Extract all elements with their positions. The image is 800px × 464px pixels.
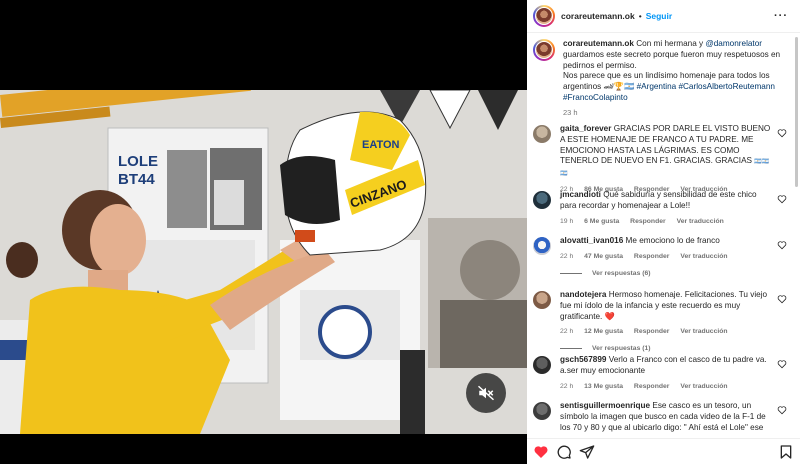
comment-time[interactable]: 22 h <box>560 328 573 335</box>
comment-likes[interactable]: 47 Me gusta <box>584 253 623 260</box>
comment-item: gsch567899 Verlo a Franco con el casco d… <box>533 355 795 390</box>
heart-outline-icon[interactable] <box>777 128 787 138</box>
comment-item: nandotejera Hermoso homenaje. Felicitaci… <box>533 290 795 352</box>
post-photo: LOLE BT44 EATON CINZANO <box>0 90 527 434</box>
comment-avatar[interactable] <box>533 402 551 420</box>
comment-likes[interactable]: 12 Me gusta <box>584 328 623 335</box>
poster-title: LOLE <box>118 153 158 170</box>
comment-username[interactable]: alovatti_ivan016 <box>560 236 623 245</box>
comment-time[interactable]: 22 h <box>560 383 573 390</box>
caption-mention[interactable]: @damonrelator <box>705 39 762 48</box>
mute-button[interactable] <box>466 373 506 413</box>
bookmark-icon[interactable] <box>778 444 794 460</box>
translate-button[interactable]: Ver traducción <box>680 253 727 260</box>
translate-button[interactable]: Ver traducción <box>680 328 727 335</box>
more-options-button[interactable]: ··· <box>774 10 788 22</box>
comment-avatar[interactable] <box>533 291 551 309</box>
reply-button[interactable]: Responder <box>634 253 670 260</box>
heart-outline-icon[interactable] <box>777 240 787 250</box>
comment-username[interactable]: nandotejera <box>560 290 606 299</box>
heart-outline-icon[interactable] <box>777 294 787 304</box>
comment-likes[interactable]: 13 Me gusta <box>584 383 623 390</box>
post-action-bar <box>527 438 800 464</box>
comment-username[interactable]: sentisguillermoenrique <box>560 401 650 410</box>
speaker-muted-icon <box>477 385 495 401</box>
translate-button[interactable]: Ver traducción <box>677 218 724 225</box>
comment-username[interactable]: gaita_forever <box>560 124 611 133</box>
comment-item: jmcandioti Qué sabiduría y sensibilidad … <box>533 190 795 225</box>
post-caption: corareutemann.ok Con mi hermana y @damon… <box>533 39 791 119</box>
heart-outline-icon[interactable] <box>777 359 787 369</box>
post-media[interactable]: LOLE BT44 EATON CINZANO <box>0 0 527 464</box>
caption-avatar[interactable] <box>533 39 555 61</box>
post-header: corareutemann.ok • Seguir ··· <box>527 0 800 33</box>
helmet-brand: EATON <box>362 139 400 151</box>
comments-scroll-area[interactable]: corareutemann.ok Con mi hermana y @damon… <box>527 33 800 433</box>
comment-text: Me emociono lo de franco <box>623 236 720 245</box>
view-replies-button[interactable]: Ver respuestas (6) <box>560 270 772 277</box>
comment-avatar[interactable] <box>533 237 551 255</box>
comment-avatar[interactable] <box>533 191 551 209</box>
caption-text-1: Con mi hermana y <box>633 39 706 48</box>
view-replies-button[interactable]: Ver respuestas (1) <box>560 345 772 352</box>
comment-username[interactable]: gsch567899 <box>560 355 606 364</box>
scrollbar[interactable] <box>795 37 798 187</box>
reply-button[interactable]: Responder <box>630 218 666 225</box>
comment-likes[interactable]: 6 Me gusta <box>584 218 619 225</box>
comment-username[interactable]: jmcandioti <box>560 190 601 199</box>
heart-outline-icon[interactable] <box>777 194 787 204</box>
heart-filled-icon[interactable] <box>533 444 549 460</box>
comment-emoji: ❤️ <box>604 311 615 321</box>
comment-item: sentisguillermoenrique Ese casco es un t… <box>533 401 795 433</box>
comment-time[interactable]: 22 h <box>560 253 573 260</box>
poster-model: BT44 <box>118 171 155 188</box>
follow-button[interactable]: Seguir <box>646 11 672 21</box>
comment-time[interactable]: 19 h <box>560 218 573 225</box>
comment-avatar[interactable] <box>533 356 551 374</box>
caption-username[interactable]: corareutemann.ok <box>563 39 634 48</box>
caption-text-2: guardamos este secreto porque fueron muy… <box>563 49 781 70</box>
comment-icon[interactable] <box>556 444 572 460</box>
reply-button[interactable]: Responder <box>634 383 670 390</box>
translate-button[interactable]: Ver traducción <box>680 383 727 390</box>
share-icon[interactable] <box>579 444 595 460</box>
reply-button[interactable]: Responder <box>634 328 670 335</box>
comment-item: alovatti_ivan016 Me emociono lo de franc… <box>533 236 795 277</box>
photo-scene: LOLE BT44 EATON CINZANO <box>0 90 527 434</box>
separator-dot: • <box>638 11 642 21</box>
header-username[interactable]: corareutemann.ok <box>561 11 635 21</box>
caption-time: 23 h <box>563 107 578 117</box>
heart-outline-icon[interactable] <box>777 405 787 415</box>
comment-avatar[interactable] <box>533 125 551 143</box>
post-sidebar: corareutemann.ok • Seguir ··· corareutem… <box>527 0 800 464</box>
avatar[interactable] <box>533 5 555 27</box>
comment-item: gaita_forever GRACIAS POR DARLE EL VISTO… <box>533 124 795 193</box>
